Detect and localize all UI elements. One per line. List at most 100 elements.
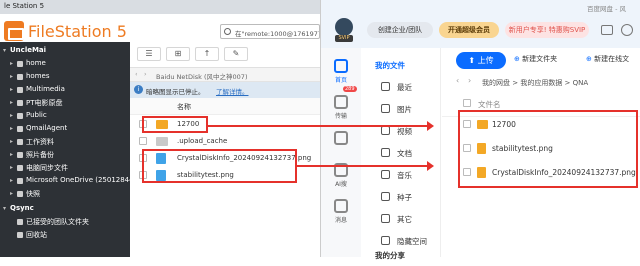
folder-icon: [156, 137, 168, 146]
upload-icon: ⬆: [468, 56, 478, 65]
sidebar-item-label: 快照: [26, 190, 40, 198]
sidebar-item-label: 已接受的团队文件夹: [26, 218, 89, 226]
my-share-label: 我的分享: [375, 251, 405, 260]
nav-label: 消息: [334, 217, 347, 224]
folder-icon: [17, 139, 23, 145]
folder-icon: [17, 61, 23, 67]
baidu-nav: 首页 传输 289 AI搜 消息: [321, 48, 361, 257]
row-checkbox[interactable]: [139, 137, 147, 145]
sidebar-item-onedrive[interactable]: ▸ Microsoft OneDrive (25012844: [0, 175, 130, 188]
forward-icon[interactable]: ›: [144, 70, 147, 78]
category-label: 视频: [397, 127, 412, 136]
sidebar-item-public[interactable]: ▸ Public: [0, 110, 130, 123]
search-input[interactable]: 在"remote:1000@17619777: [220, 24, 320, 39]
select-all-checkbox[interactable]: [463, 99, 471, 107]
new-doc-icon: ⊕: [586, 55, 595, 63]
sidebar-item-label: 照片备份: [26, 151, 54, 159]
sidebar-item-team-folder[interactable]: 已接受的团队文件夹: [0, 216, 130, 229]
new-folder-icon: ⊕: [514, 55, 523, 63]
forward-icon[interactable]: ›: [468, 76, 471, 85]
sidebar-qsync[interactable]: ▾ Qsync: [0, 203, 130, 216]
toolbar: ☰ ⊞ ↑ ✎: [130, 42, 320, 68]
transfer-arrow-images: [297, 161, 434, 171]
back-icon[interactable]: ‹: [456, 76, 459, 85]
sidebar-item-label: PT电影原盘: [26, 99, 63, 107]
folder-icon: [17, 87, 23, 93]
sidebar-item-label: Microsoft OneDrive (25012844: [26, 176, 130, 184]
settings-icon[interactable]: [621, 24, 633, 36]
transfer-arrow-folder: [208, 121, 434, 131]
music-icon: [381, 170, 390, 179]
info-icon: i: [134, 85, 143, 94]
window-title: le Station 5: [0, 0, 320, 14]
category-label: 其它: [397, 215, 412, 224]
category-torrents[interactable]: 种子: [361, 186, 441, 208]
svip-badge: SVIP: [335, 35, 353, 42]
category-images[interactable]: 图片: [361, 98, 441, 120]
sidebar-item-work[interactable]: ▸ 工作资料: [0, 136, 130, 149]
sidebar-item-label: 工作资料: [26, 138, 54, 146]
home-icon: [334, 59, 348, 73]
sidebar-item-recycle-bin[interactable]: 回收站: [0, 229, 130, 242]
folder-icon: [17, 152, 23, 158]
sidebar-root[interactable]: ▾ UncleMai: [0, 45, 130, 58]
nav-transfer[interactable]: 传输: [321, 92, 361, 126]
baidu-header: 百度网盘 - 风 SVIP 创建企业/团队 开通超级会员 新用户专享! 特惠购S…: [321, 0, 640, 48]
sidebar-item-homes[interactable]: ▸ homes: [0, 71, 130, 84]
sidebar-item-home[interactable]: ▸ home: [0, 58, 130, 71]
category-label: 种子: [397, 193, 412, 202]
column-filename[interactable]: 文件名: [478, 99, 501, 110]
category-label: 最近: [397, 83, 412, 92]
my-share-item[interactable]: 我的分享: [361, 244, 441, 266]
sidebar-item-label: homes: [26, 72, 50, 80]
trash-icon: [17, 232, 23, 238]
avatar[interactable]: [335, 18, 353, 36]
my-files-label: 我的文件: [375, 61, 405, 70]
sidebar-item-snapshot[interactable]: ▸ 快照: [0, 188, 130, 201]
upload-button[interactable]: ↑: [195, 47, 219, 61]
new-folder-label: 新建文件夹: [522, 55, 558, 63]
sidebar-root-label: UncleMai: [10, 46, 47, 54]
breadcrumb[interactable]: 我的网盘 > 我的应用数据 > QNA: [482, 78, 640, 88]
nav-home[interactable]: 首页: [321, 56, 361, 90]
file-row-upload-cache[interactable]: .upload_cache: [130, 133, 320, 150]
upload-button[interactable]: ⬆ 上传: [456, 52, 506, 69]
view-mode-button[interactable]: ☰: [137, 47, 161, 61]
back-icon[interactable]: ‹: [135, 70, 138, 78]
column-name[interactable]: 名称: [177, 102, 191, 112]
highlight-box-source-folder: [142, 116, 208, 133]
info-link[interactable]: 了解详情。: [216, 86, 249, 96]
nav-share[interactable]: [321, 128, 361, 162]
sidebar-item-label: home: [26, 59, 46, 67]
sidebar-item-multimedia[interactable]: ▸ Multimedia: [0, 84, 130, 97]
sidebar-item-label: 回收站: [26, 231, 47, 239]
promo-svip-button[interactable]: 新用户专享! 特惠购SVIP: [505, 22, 589, 38]
baidu-category-panel: 我的文件 最近 图片 视频 文档 音乐 种子 其它 隐藏空间 我的分享: [361, 48, 441, 260]
sidebar-item-pc-sync[interactable]: ▸ 电脑同步文件: [0, 162, 130, 175]
category-other[interactable]: 其它: [361, 208, 441, 230]
sidebar-item-pt-movies[interactable]: ▸ PT电影原盘: [0, 97, 130, 110]
new-folder-button[interactable]: ⊕ 新建文件夹: [514, 54, 557, 64]
info-text: 暗略图显示已停止。: [146, 88, 205, 96]
mail-icon[interactable]: [601, 25, 613, 35]
window-label: 百度网盘 - 风: [587, 5, 626, 13]
sidebar-item-photo-backup[interactable]: ▸ 照片备份: [0, 149, 130, 162]
share-icon: [334, 131, 348, 145]
path-text: Baidu NetDisk (风中之神007): [156, 73, 248, 81]
sidebar: ▾ UncleMai ▸ home ▸ homes ▸ Multimedia ▸ PT电影…: [0, 42, 130, 257]
create-button[interactable]: ⊞: [166, 47, 190, 61]
my-files-item[interactable]: 我的文件: [361, 54, 441, 76]
new-online-doc-button[interactable]: ⊕ 新建在线文: [586, 54, 640, 64]
torrent-icon: [381, 192, 390, 201]
nav-label: 首页: [334, 77, 347, 84]
create-enterprise-button[interactable]: 创建企业/团队: [367, 22, 433, 38]
nav-messages[interactable]: 消息: [321, 196, 361, 230]
tools-button[interactable]: ✎: [224, 47, 248, 61]
category-recent[interactable]: 最近: [361, 76, 441, 98]
sidebar-item-qmailagent[interactable]: ▸ QmailAgent: [0, 123, 130, 136]
folder-icon: [17, 126, 23, 132]
category-label: 文档: [397, 149, 412, 158]
open-vip-button[interactable]: 开通超级会员: [439, 22, 499, 38]
upload-label: 上传: [477, 56, 494, 65]
file-name: .upload_cache: [177, 137, 228, 145]
